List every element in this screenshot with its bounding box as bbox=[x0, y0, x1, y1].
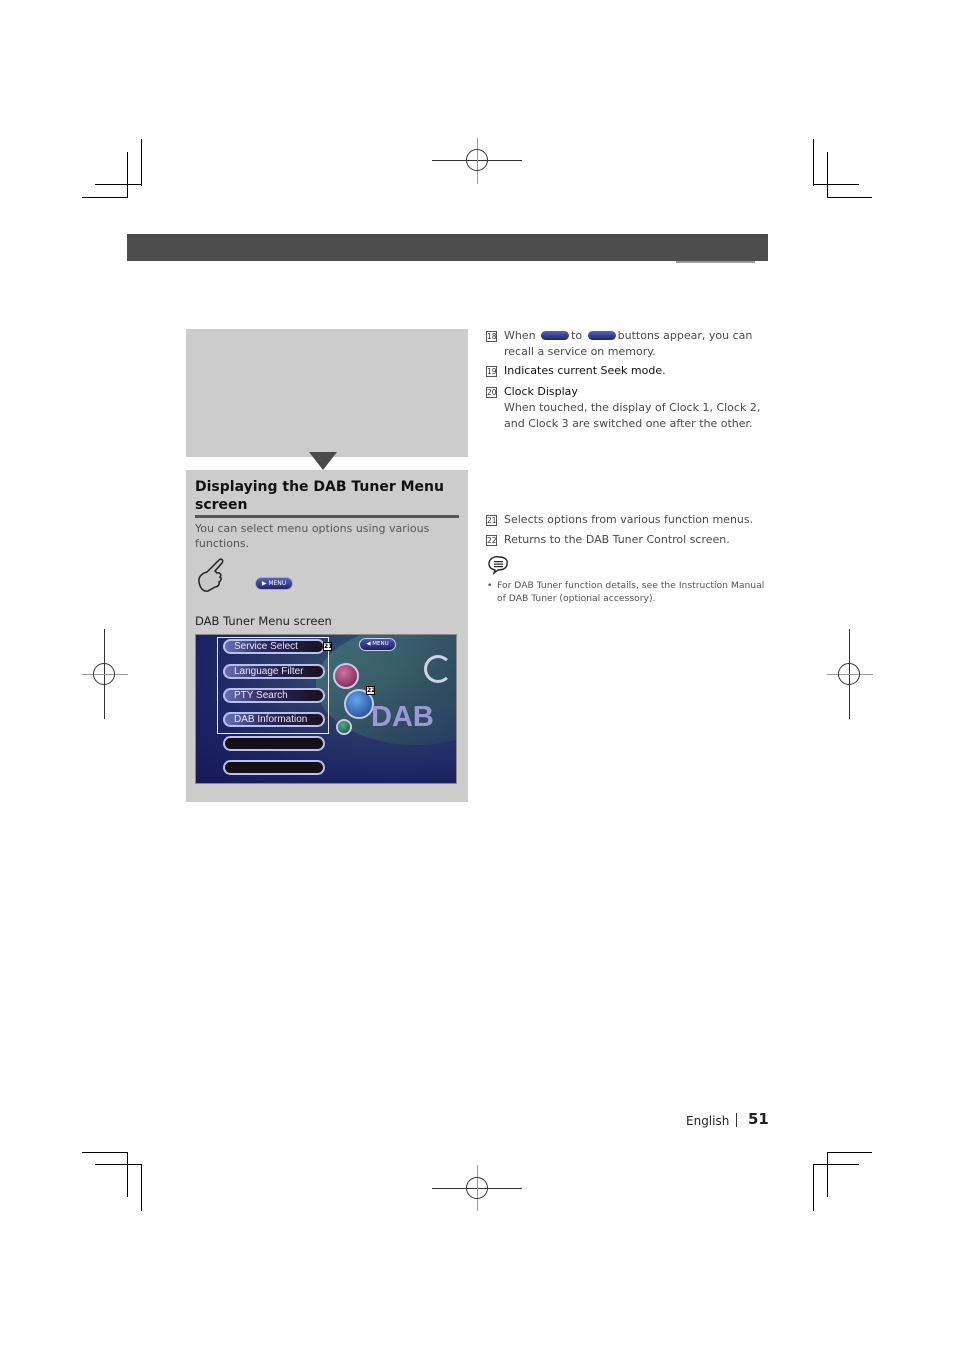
section-title: Displaying the DAB Tuner Menu screen bbox=[195, 479, 444, 513]
crop-mark bbox=[141, 1164, 142, 1211]
pty-search-button[interactable]: PTY Search bbox=[223, 688, 325, 703]
item-21-text: Selects options from various function me… bbox=[504, 513, 754, 526]
header-tab-marker bbox=[676, 261, 755, 263]
note-text: • For DAB Tuner function details, see th… bbox=[487, 579, 772, 605]
screen-caption: DAB Tuner Menu screen bbox=[195, 614, 332, 628]
language-filter-button[interactable]: Language Filter bbox=[223, 664, 325, 679]
item-number-19: 19 bbox=[486, 366, 497, 377]
item-18-before: When bbox=[504, 329, 536, 342]
footer-language: English bbox=[686, 1114, 730, 1128]
crop-mark bbox=[813, 184, 859, 185]
crop-mark bbox=[827, 1152, 872, 1153]
footer-separator bbox=[736, 1113, 737, 1127]
empty-option-button[interactable] bbox=[223, 736, 325, 751]
crop-mark bbox=[813, 139, 814, 186]
dab-logo: DAB bbox=[371, 701, 434, 733]
bullet: • bbox=[487, 580, 493, 591]
item-number-21: 21 bbox=[486, 515, 497, 526]
crop-mark bbox=[827, 152, 828, 198]
menu-return-button[interactable]: ◀ MENU bbox=[359, 638, 396, 651]
header-bar bbox=[127, 234, 768, 261]
touch-hand-icon bbox=[198, 558, 224, 592]
dab-information-button[interactable]: DAB Information bbox=[223, 712, 325, 727]
crop-mark bbox=[127, 1152, 128, 1197]
note-body: For DAB Tuner function details, see the … bbox=[497, 580, 765, 604]
crop-mark bbox=[95, 1164, 142, 1165]
crop-mark bbox=[813, 1164, 814, 1211]
clock-edit-icon[interactable] bbox=[336, 719, 352, 735]
crop-mark bbox=[813, 1164, 859, 1165]
empty-option-button[interactable] bbox=[223, 760, 325, 775]
preset-button-1-icon bbox=[541, 330, 570, 340]
crop-mark bbox=[82, 1152, 128, 1153]
swirl-decoration-icon bbox=[424, 655, 452, 683]
section-description: You can select menu options using variou… bbox=[195, 522, 430, 550]
item-22-text: Returns to the DAB Tuner Control screen. bbox=[504, 533, 730, 546]
down-arrow-icon bbox=[309, 452, 337, 470]
previous-screen-panel bbox=[186, 329, 468, 457]
item-20-body: When touched, the display of Clock 1, Cl… bbox=[504, 401, 761, 430]
crop-mark bbox=[141, 139, 142, 186]
page-number: 51 bbox=[748, 1110, 769, 1128]
item-18-mid: to bbox=[571, 329, 583, 342]
menu-button[interactable]: ▶ MENU bbox=[255, 577, 293, 590]
crop-mark bbox=[82, 197, 128, 198]
dab-tuner-menu-screen: Service Select Language Filter PTY Searc… bbox=[195, 634, 457, 784]
service-select-button[interactable]: Service Select bbox=[223, 639, 325, 654]
item-number-18: 18 bbox=[486, 331, 497, 342]
item-19-heading: Indicates current Seek mode. bbox=[504, 364, 666, 377]
seek-mode-icon[interactable] bbox=[333, 663, 359, 689]
item-20-heading: Clock Display bbox=[504, 385, 578, 398]
note-icon bbox=[488, 556, 508, 575]
callout-21: 21 bbox=[323, 642, 333, 651]
crop-mark bbox=[827, 197, 872, 198]
item-number-22: 22 bbox=[486, 535, 497, 546]
item-18-text: When to buttons appear, you can recall a… bbox=[504, 328, 774, 360]
preset-button-6-icon bbox=[587, 330, 616, 340]
crop-mark bbox=[827, 1152, 828, 1197]
crop-mark bbox=[95, 184, 142, 185]
crop-mark bbox=[127, 152, 128, 198]
callout-22: 22 bbox=[366, 686, 376, 695]
title-divider bbox=[195, 515, 459, 518]
item-number-20: 20 bbox=[486, 387, 497, 398]
